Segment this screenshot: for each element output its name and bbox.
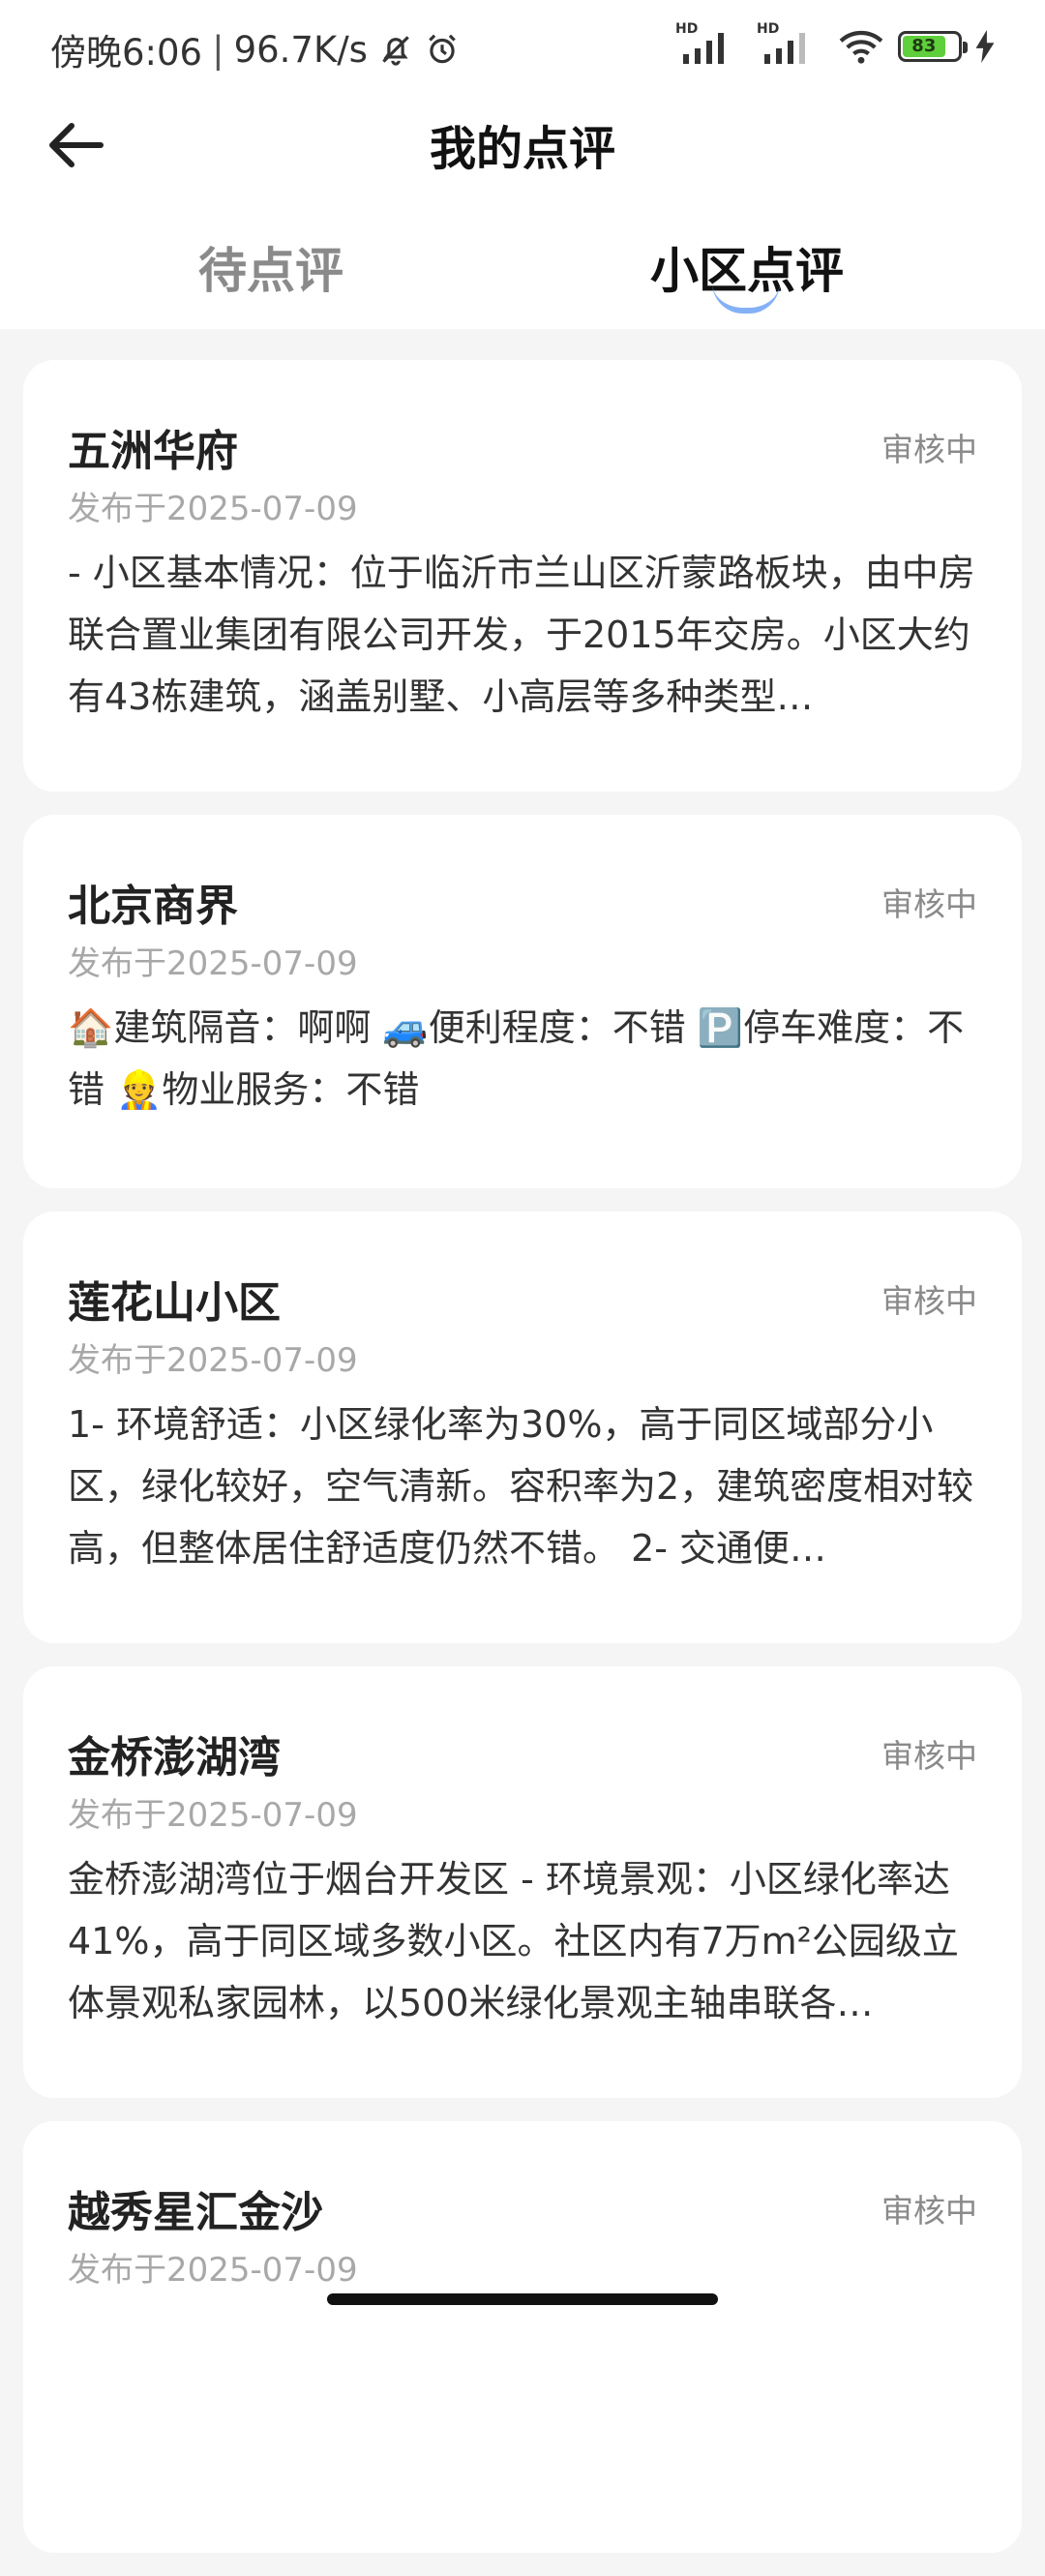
tab-pending-review[interactable]: 待点评 bbox=[198, 232, 343, 302]
review-status: 审核中 bbox=[881, 1737, 977, 1775]
status-left: 傍晚6:06 | 96.7K/s bbox=[50, 23, 461, 75]
page-title: 我的点评 bbox=[429, 122, 615, 176]
status-bar: 傍晚6:06 | 96.7K/s HD HD 83 bbox=[0, 0, 1045, 97]
review-card[interactable]: 北京商界 审核中 发布于2025-07-09 🏠建筑隔音：啊啊 🚙便利程度：不错… bbox=[23, 815, 1022, 1188]
battery-level: 83 bbox=[903, 36, 945, 57]
muted-bell-icon bbox=[382, 36, 409, 66]
review-content: 1- 环境舒适：小区绿化率为30%，高于同区域部分小区，绿化较好，空气清新。容积… bbox=[68, 1403, 974, 1570]
alarm-clock-icon bbox=[429, 34, 456, 64]
active-tab-indicator bbox=[712, 283, 780, 314]
top-header-area: 傍晚6:06 | 96.7K/s HD HD 83 我的点评 待点评 小区点评 bbox=[0, 0, 1045, 329]
signal-strength-icon: HD bbox=[675, 21, 743, 66]
community-name: 越秀星汇金沙 bbox=[68, 2188, 323, 2237]
review-status: 审核中 bbox=[881, 2192, 977, 2230]
wifi-icon bbox=[839, 30, 883, 64]
hd-label: HD bbox=[675, 21, 699, 37]
review-status: 审核中 bbox=[881, 885, 977, 923]
community-name: 五洲华府 bbox=[68, 427, 238, 476]
review-card[interactable]: 五洲华府 审核中 发布于2025-07-09 - 小区基本情况：位于临沂市兰山区… bbox=[23, 360, 1022, 792]
community-name: 莲花山小区 bbox=[68, 1278, 281, 1328]
community-name: 金桥澎湖湾 bbox=[68, 1733, 281, 1782]
publish-date: 发布于2025-07-09 bbox=[68, 1796, 358, 1835]
signal-strength-icon-2: HD bbox=[757, 21, 824, 66]
home-indicator-bar[interactable] bbox=[327, 2293, 718, 2305]
publish-date: 发布于2025-07-09 bbox=[68, 2251, 358, 2290]
network-speed: 96.7K/s bbox=[233, 28, 368, 71]
publish-date: 发布于2025-07-09 bbox=[68, 490, 358, 528]
status-right: HD HD 83 bbox=[675, 21, 995, 66]
community-name: 北京商界 bbox=[68, 882, 238, 931]
hd-label-2: HD bbox=[757, 21, 780, 37]
battery-icon: 83 bbox=[898, 31, 968, 62]
review-content: 🏠建筑隔音：啊啊 🚙便利程度：不错 🅿️停车难度：不错 👷物业服务：不错 bbox=[68, 1006, 965, 1111]
review-list: 五洲华府 审核中 发布于2025-07-09 - 小区基本情况：位于临沂市兰山区… bbox=[23, 360, 1022, 2576]
review-content: - 小区基本情况：位于临沂市兰山区沂蒙路板块，由中房联合置业集团有限公司开发，于… bbox=[68, 552, 975, 718]
charging-bolt-icon bbox=[975, 30, 995, 63]
status-time: 傍晚6:06 bbox=[50, 32, 203, 74]
review-card[interactable]: 金桥澎湖湾 审核中 发布于2025-07-09 金桥澎湖湾位于烟台开发区 - 环… bbox=[23, 1666, 1022, 2098]
review-status: 审核中 bbox=[881, 431, 977, 468]
publish-date: 发布于2025-07-09 bbox=[68, 1341, 358, 1380]
review-card[interactable]: 越秀星汇金沙 审核中 发布于2025-07-09 bbox=[23, 2121, 1022, 2553]
review-content: 金桥澎湖湾位于烟台开发区 - 环境景观：小区绿化率达41%，高于同区域多数小区。… bbox=[68, 1858, 959, 2024]
status-separator: | bbox=[212, 28, 224, 71]
publish-date: 发布于2025-07-09 bbox=[68, 944, 358, 983]
review-status: 审核中 bbox=[881, 1282, 977, 1320]
review-card[interactable]: 莲花山小区 审核中 发布于2025-07-09 1- 环境舒适：小区绿化率为30… bbox=[23, 1212, 1022, 1643]
